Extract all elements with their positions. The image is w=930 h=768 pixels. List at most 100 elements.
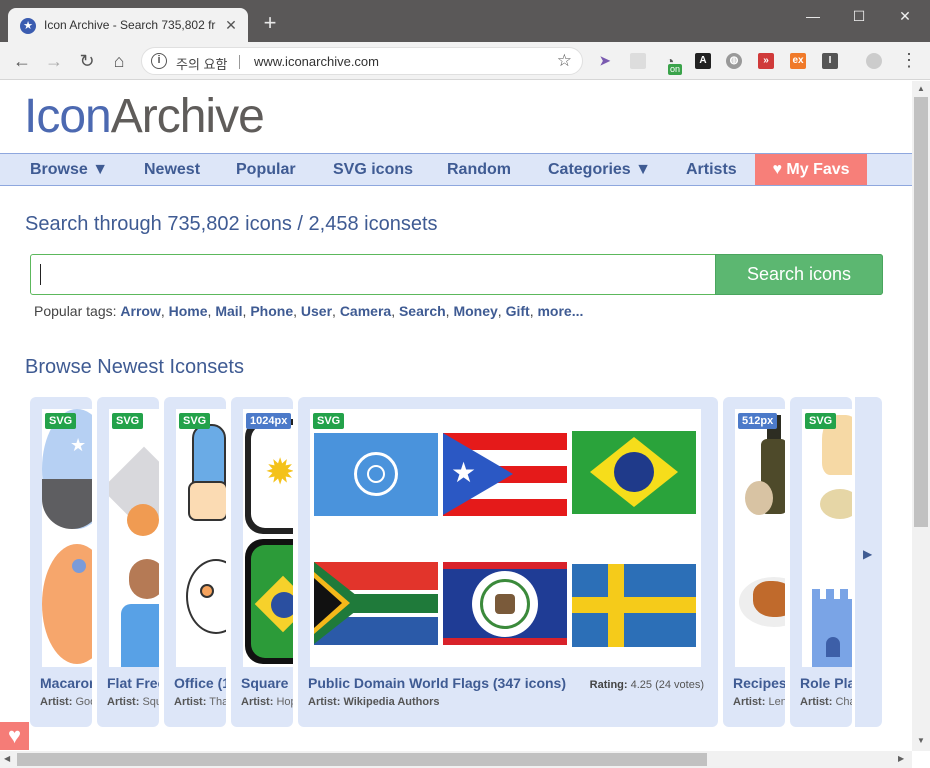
address-bar[interactable]: i 주의 요함 www.iconarchive.com ☆: [141, 47, 583, 75]
iconset-preview[interactable]: SVG: [176, 409, 226, 667]
scroll-up-icon[interactable]: ▲: [917, 84, 925, 93]
bookmark-star-icon[interactable]: ☆: [557, 51, 572, 71]
garlic-shape: [745, 481, 773, 515]
artist-name[interactable]: Hop: [276, 696, 293, 708]
format-badge: SVG: [313, 413, 345, 429]
nav-browse[interactable]: Browse ▼: [30, 154, 108, 185]
browser-tab[interactable]: ★ Icon Archive - Search 735,802 fr ✕: [8, 8, 248, 42]
security-label[interactable]: 주의 요함: [176, 54, 227, 73]
minimize-icon[interactable]: —: [790, 0, 836, 32]
iconset-card-macaron[interactable]: ★ SVG Macaron Artist: Goo: [30, 397, 92, 727]
cursor-extension-icon[interactable]: ➤: [597, 53, 613, 69]
sun-icon: ✹: [265, 451, 293, 492]
folder-extension-icon[interactable]: [630, 53, 646, 69]
iconset-name[interactable]: Public Domain World Flags (347 icons): [308, 675, 566, 691]
vertical-scroll-thumb[interactable]: [914, 97, 928, 527]
horizontal-scrollbar[interactable]: ◀ ▶: [0, 751, 912, 768]
iconset-card-role-play[interactable]: SVG Role Pla Artist: Cha: [790, 397, 852, 727]
nav-artists[interactable]: Artists: [686, 154, 737, 185]
search-heading: Search through 735,802 icons / 2,458 ico…: [25, 213, 438, 235]
belize-flag-icon: [443, 562, 567, 645]
profile-avatar-icon[interactable]: [866, 53, 882, 69]
iconset-card-square[interactable]: ✹ 1024px Square Artist: Hop: [231, 397, 293, 727]
tag-link[interactable]: Camera: [340, 303, 391, 319]
a-extension-icon[interactable]: A: [695, 53, 711, 69]
tag-link[interactable]: Home: [169, 303, 208, 319]
nav-my-favs[interactable]: ♥ My Favs: [755, 154, 867, 185]
artist-name[interactable]: Squ: [142, 696, 159, 708]
url-text[interactable]: www.iconarchive.com: [254, 54, 379, 69]
nav-popular[interactable]: Popular: [236, 154, 296, 185]
person-head-shape: [129, 559, 159, 599]
forward-arrow-icon[interactable]: →: [41, 48, 67, 74]
nav-newest[interactable]: Newest: [144, 154, 200, 185]
rating-label: Rating:: [589, 679, 628, 691]
extension-on-badge: on: [668, 64, 683, 75]
iconset-name[interactable]: Office (1: [174, 675, 226, 691]
artist-name[interactable]: Cha: [835, 696, 852, 708]
horizontal-scroll-thumb[interactable]: [17, 753, 707, 766]
artist-label: Artist:: [241, 696, 274, 708]
iconset-preview[interactable]: SVG: [802, 409, 852, 667]
iconset-preview[interactable]: 512px: [735, 409, 785, 667]
un-flag-icon: [314, 433, 438, 516]
iconset-name[interactable]: Macaron: [40, 675, 92, 691]
artist-name[interactable]: Tha: [209, 696, 226, 708]
globe-shape: [614, 452, 654, 492]
scroll-shape: [820, 489, 852, 519]
tag-link[interactable]: User: [301, 303, 332, 319]
tag-link[interactable]: Arrow: [120, 303, 160, 319]
iconset-artist: Artist: Tha: [174, 696, 226, 708]
nav-svg-icons[interactable]: SVG icons: [333, 154, 413, 185]
resolution-badge: 1024px: [246, 413, 292, 429]
search-icons-button[interactable]: Search icons: [715, 254, 883, 295]
next-iconsets-button[interactable]: ▶: [855, 397, 882, 727]
iconset-preview[interactable]: SVG: [109, 409, 159, 667]
iconset-card-office[interactable]: SVG Office (1 Artist: Tha: [164, 397, 226, 727]
iconset-card-world-flags[interactable]: ★ SVG Public Domain World Flags (347 ico…: [298, 397, 718, 727]
iconset-preview[interactable]: ★ SVG: [42, 409, 92, 667]
info-icon[interactable]: i: [151, 53, 167, 69]
scroll-left-icon[interactable]: ◀: [4, 754, 10, 763]
tag-more-link[interactable]: more...: [537, 303, 583, 319]
tag-link[interactable]: Mail: [215, 303, 242, 319]
search-input[interactable]: [45, 261, 705, 288]
iconset-artist: Artist: Squ: [107, 696, 159, 708]
planet-shadow-shape: [42, 479, 92, 529]
ex-extension-icon[interactable]: ex: [790, 53, 806, 69]
tag-link[interactable]: Phone: [250, 303, 293, 319]
iconset-card-flat-free[interactable]: SVG Flat Free Artist: Squ: [97, 397, 159, 727]
favorites-heart-icon[interactable]: ♥: [0, 722, 29, 750]
iconset-preview[interactable]: ★ SVG: [310, 409, 701, 667]
forward-extension-icon[interactable]: »: [758, 53, 774, 69]
nav-random[interactable]: Random: [447, 154, 511, 185]
close-tab-icon[interactable]: ✕: [222, 16, 240, 34]
home-icon[interactable]: ⌂: [106, 48, 132, 74]
iconset-card-recipes[interactable]: 512px Recipes Artist: Len: [723, 397, 785, 727]
site-logo[interactable]: IconArchive: [24, 89, 265, 144]
vertical-scrollbar[interactable]: ▲ ▼: [912, 81, 930, 751]
iconset-name[interactable]: Role Pla: [800, 675, 852, 691]
iconset-name[interactable]: Flat Free: [107, 675, 159, 691]
iconset-name[interactable]: Recipes: [733, 675, 785, 691]
tag-link[interactable]: Gift: [506, 303, 530, 319]
artist-name[interactable]: Wikipedia Authors: [343, 696, 439, 708]
i-extension-icon[interactable]: I: [822, 53, 838, 69]
iconset-preview[interactable]: ✹ 1024px: [243, 409, 293, 667]
maximize-icon[interactable]: ☐: [836, 0, 882, 32]
globe-extension-icon[interactable]: ◍: [726, 53, 742, 69]
artist-name[interactable]: Goo: [75, 696, 92, 708]
browser-menu-icon[interactable]: ⋮: [900, 50, 918, 71]
reload-icon[interactable]: ↻: [74, 48, 100, 74]
browser-toolbar: ← → ↻ ⌂ i 주의 요함 www.iconarchive.com ☆ ➤ …: [0, 42, 930, 80]
iconset-name[interactable]: Square: [241, 675, 288, 691]
artist-name[interactable]: Len: [768, 696, 785, 708]
back-arrow-icon[interactable]: ←: [9, 48, 35, 74]
nav-categories[interactable]: Categories ▼: [548, 154, 651, 185]
tag-link[interactable]: Search: [399, 303, 446, 319]
scroll-down-icon[interactable]: ▼: [917, 736, 925, 745]
close-window-icon[interactable]: ✕: [882, 0, 928, 32]
new-tab-button[interactable]: +: [258, 12, 282, 36]
tag-link[interactable]: Money: [453, 303, 497, 319]
scroll-right-icon[interactable]: ▶: [898, 754, 904, 763]
